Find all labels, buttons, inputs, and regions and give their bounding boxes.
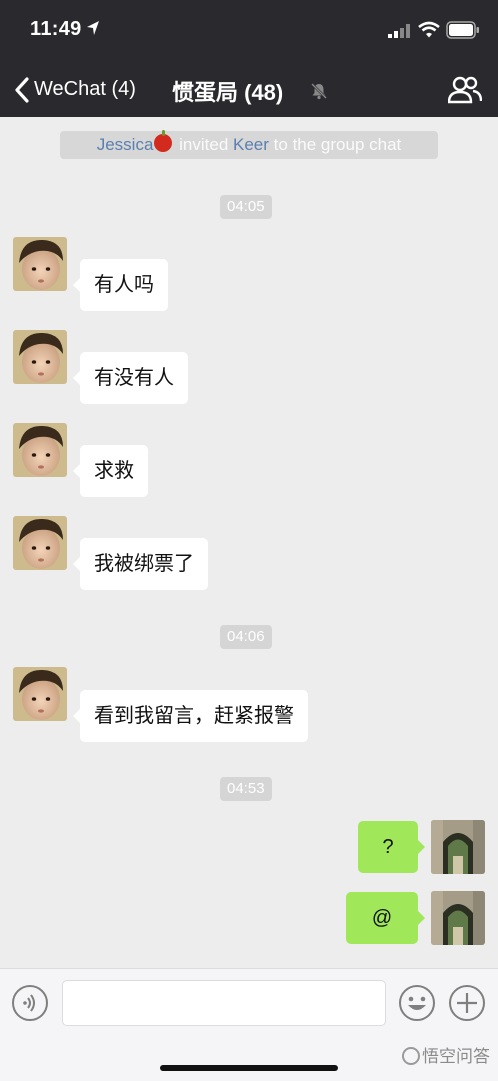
status-time: 11:49 [30, 18, 82, 40]
invitee-name[interactable]: Keer [233, 135, 269, 154]
archway-avatar-icon [431, 820, 485, 874]
my-message-bubble[interactable]: @ [346, 892, 425, 944]
my-avatar[interactable] [431, 891, 485, 945]
group-members-icon[interactable] [448, 76, 482, 104]
timestamp: 04:06 [220, 625, 272, 649]
chat-header: 11:49 WeChat (4) 惯蛋局 (48) [0, 0, 498, 117]
child-avatar-icon [13, 330, 67, 384]
voice-button[interactable] [12, 985, 48, 1021]
back-chevron-icon[interactable] [12, 76, 32, 104]
message-bubble[interactable]: 求救 [73, 445, 148, 497]
avatar[interactable] [13, 516, 67, 570]
location-arrow-icon [87, 21, 99, 35]
page-title: 惯蛋局 (48) [172, 80, 284, 105]
signal-icon [388, 24, 410, 38]
child-avatar-icon [13, 667, 67, 721]
message-input[interactable] [62, 980, 386, 1026]
notice-suffix: to the group chat [273, 135, 402, 154]
apple-emoji-icon [154, 130, 173, 152]
wifi-icon [418, 21, 440, 38]
voice-icon [23, 994, 35, 1012]
message-bubble[interactable]: 看到我留言，赶紧报警 [73, 690, 308, 742]
mute-bell-icon [311, 83, 327, 100]
timestamp: 04:05 [220, 195, 272, 219]
battery-icon [446, 21, 479, 39]
archway-avatar-icon [431, 891, 485, 945]
system-notice: Jessica invited Keer to the group chat [60, 130, 438, 159]
input-bar: 悟空问答 [0, 968, 498, 1081]
message-bubble[interactable]: 有人吗 [73, 259, 168, 311]
message-bubble[interactable]: 有没有人 [73, 352, 188, 404]
message-bubble[interactable]: 我被绑票了 [73, 538, 208, 590]
avatar[interactable] [13, 423, 67, 477]
avatar[interactable] [13, 237, 67, 291]
notice-text: invited [179, 135, 229, 154]
inviter-name[interactable]: Jessica [97, 135, 154, 154]
avatar[interactable] [13, 667, 67, 721]
watermark-text: 悟空问答 [422, 1047, 490, 1066]
timestamp: 04:53 [220, 777, 272, 801]
plus-icon[interactable] [448, 984, 486, 1022]
avatar[interactable] [13, 330, 67, 384]
child-avatar-icon [13, 516, 67, 570]
watermark-logo-icon [402, 1047, 420, 1065]
my-avatar[interactable] [431, 820, 485, 874]
home-indicator [160, 1065, 338, 1071]
my-message-bubble[interactable]: ? [358, 821, 425, 873]
back-button[interactable]: WeChat (4) [34, 78, 136, 101]
status-bar: 11:49 [0, 0, 498, 60]
child-avatar-icon [13, 423, 67, 477]
navigation-bar: WeChat (4) 惯蛋局 (48) [0, 70, 498, 110]
child-avatar-icon [13, 237, 67, 291]
watermark: 悟空问答 [402, 1042, 490, 1067]
emoji-icon[interactable] [398, 984, 436, 1022]
